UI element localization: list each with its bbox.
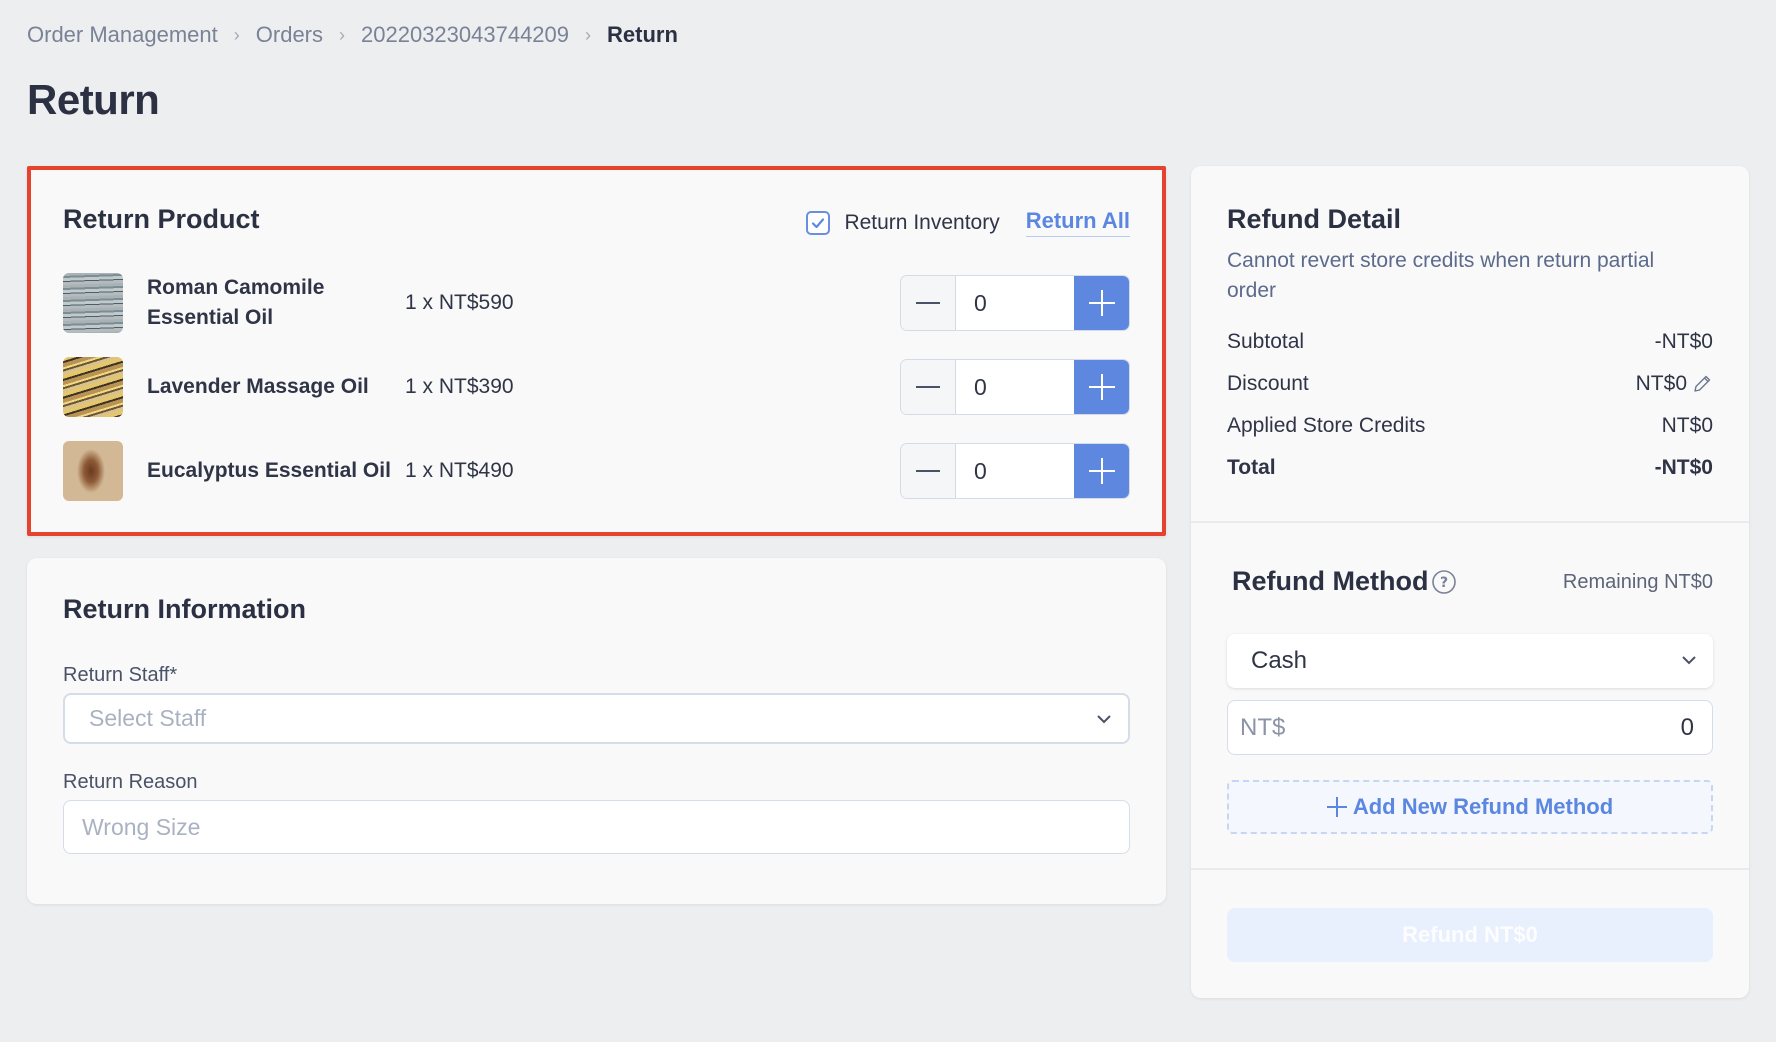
add-refund-method-button[interactable]: Add New Refund Method [1227, 780, 1713, 834]
add-refund-method-label: Add New Refund Method [1352, 794, 1614, 819]
currency-prefix: NT$ [1240, 713, 1286, 741]
return-staff-placeholder: Select Staff [89, 705, 207, 731]
product-price: 1 x NT$590 [405, 291, 514, 314]
quantity-stepper: 0 [900, 275, 1130, 331]
refund-method-title-text: Refund Method [1232, 566, 1429, 596]
product-name: Lavender Massage Oil [147, 375, 369, 398]
store-credits-value: NT$0 [1661, 414, 1713, 437]
refund-method-title: Refund Method ? [1232, 566, 1457, 597]
chevron-right-icon: › [585, 24, 592, 45]
refund-amount-value: 0 [1680, 713, 1694, 741]
pencil-icon[interactable] [1691, 373, 1713, 395]
discount-row: Discount NT$0 [1227, 372, 1713, 396]
return-inventory-label: Return Inventory [844, 210, 1000, 234]
chevron-down-icon [1682, 656, 1696, 665]
minus-icon [916, 470, 940, 472]
product-thumbnail [63, 357, 123, 417]
subtotal-value: -NT$0 [1654, 330, 1713, 353]
return-reason-placeholder: Wrong Size [82, 813, 201, 840]
decrement-button[interactable] [901, 444, 956, 498]
minus-icon [916, 386, 940, 388]
divider [1191, 868, 1749, 870]
decrement-button[interactable] [901, 276, 956, 330]
return-product-actions: Return Inventory Return All [806, 208, 1130, 237]
chevron-down-icon [1097, 715, 1111, 724]
product-name: Eucalyptus Essential Oil [147, 459, 391, 482]
discount-label: Discount [1227, 372, 1309, 395]
quantity-stepper: 0 [900, 359, 1130, 415]
quantity-stepper: 0 [900, 443, 1130, 499]
chevron-right-icon: › [233, 24, 240, 45]
store-credits-label: Applied Store Credits [1227, 414, 1426, 437]
total-value: -NT$0 [1654, 456, 1713, 479]
return-product-card: Return Product Return Inventory Return A… [27, 166, 1166, 536]
return-staff-select[interactable]: Select Staff [63, 693, 1130, 744]
svg-text:?: ? [1440, 575, 1448, 591]
refund-method-selected: Cash [1251, 647, 1308, 674]
decrement-button[interactable] [901, 360, 956, 414]
refund-amount-input[interactable]: NT$ 0 [1227, 700, 1713, 755]
plus-icon [1088, 374, 1115, 400]
divider [1191, 521, 1749, 523]
product-thumbnail [63, 273, 123, 333]
plus-icon [1088, 458, 1115, 484]
refund-button[interactable]: Refund NT$0 [1227, 908, 1713, 962]
page-title: Return [27, 76, 160, 123]
increment-button[interactable] [1074, 276, 1129, 330]
product-thumbnail [63, 441, 123, 501]
refund-detail-note: Cannot revert store credits when return … [1227, 249, 1655, 302]
refund-method-select[interactable]: Cash [1227, 634, 1713, 688]
subtotal-label: Subtotal [1227, 330, 1305, 353]
return-all-link[interactable]: Return All [1025, 208, 1130, 237]
return-information-title: Return Information [63, 594, 306, 624]
return-staff-label: Return Staff* [63, 664, 178, 686]
discount-value: NT$0 [1635, 372, 1687, 395]
refund-detail-title: Refund Detail [1227, 204, 1402, 234]
breadcrumb-orders[interactable]: Orders [256, 22, 323, 48]
product-row: Roman Camomile Essential Oil 1 x NT$590 … [63, 273, 1130, 333]
remaining-amount: Remaining NT$0 [1562, 571, 1713, 593]
breadcrumb-order-management[interactable]: Order Management [27, 22, 218, 48]
plus-icon [1088, 290, 1115, 316]
checkmark-icon [812, 217, 825, 228]
breadcrumb-order-id[interactable]: 20220323043744209 [361, 22, 569, 48]
store-credits-row: Applied Store Credits NT$0 [1227, 414, 1713, 438]
minus-icon [916, 302, 940, 304]
chevron-right-icon: › [339, 24, 346, 45]
increment-button[interactable] [1074, 444, 1129, 498]
total-row: Total -NT$0 [1227, 456, 1713, 480]
refund-card: Refund Detail Cannot revert store credit… [1191, 166, 1749, 998]
return-reason-input[interactable]: Wrong Size [63, 800, 1130, 854]
product-row: Eucalyptus Essential Oil 1 x NT$490 0 [63, 441, 1130, 501]
total-label: Total [1227, 456, 1276, 479]
breadcrumb-current: Return [607, 22, 678, 47]
product-name: Roman Camomile Essential Oil [147, 276, 325, 329]
subtotal-row: Subtotal -NT$0 [1227, 330, 1713, 354]
product-row: Lavender Massage Oil 1 x NT$390 0 [63, 357, 1130, 417]
quantity-input[interactable]: 0 [956, 360, 1074, 414]
return-reason-label: Return Reason [63, 771, 198, 793]
return-information-card: Return Information Return Staff* Select … [27, 558, 1166, 904]
increment-button[interactable] [1074, 360, 1129, 414]
help-icon[interactable]: ? [1431, 569, 1457, 595]
product-price: 1 x NT$490 [405, 459, 514, 482]
return-product-title: Return Product [63, 204, 260, 234]
breadcrumb: Order Management › Orders › 202203230437… [27, 22, 678, 48]
quantity-input[interactable]: 0 [956, 444, 1074, 498]
plus-icon [1326, 797, 1347, 817]
return-inventory-checkbox[interactable] [806, 210, 831, 235]
quantity-input[interactable]: 0 [956, 276, 1074, 330]
product-price: 1 x NT$390 [405, 375, 514, 398]
